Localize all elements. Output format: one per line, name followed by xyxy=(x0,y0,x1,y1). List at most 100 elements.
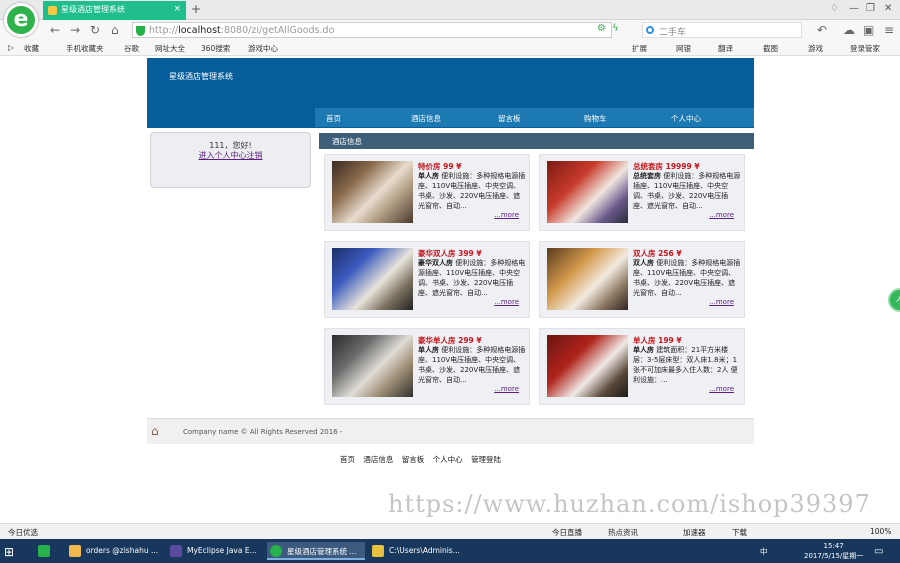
clock-time: 15:47 xyxy=(823,542,844,550)
eclipse-icon xyxy=(170,545,182,557)
undo-icon[interactable]: ↶ xyxy=(817,23,827,37)
forward-icon[interactable]: → xyxy=(70,23,80,37)
ime-indicator[interactable]: 中 xyxy=(760,542,768,560)
nav-cart[interactable]: 购物车 xyxy=(584,113,607,124)
bookmark-item[interactable]: 网址大全 xyxy=(155,43,185,54)
nav-hotel-info[interactable]: 酒店信息 xyxy=(411,113,441,124)
footer-link-hotel[interactable]: 酒店信息 xyxy=(363,455,393,464)
bookmark-item[interactable]: 谷歌 xyxy=(124,43,139,54)
bookmark-item[interactable]: 360搜索 xyxy=(201,43,230,54)
room-card[interactable]: 特价房 99 ¥ 单人房 便利设施：多种规格电源插座、110V电压插座、中央空调… xyxy=(324,154,530,231)
status-download[interactable]: 下载 xyxy=(732,527,747,538)
home-icon[interactable]: ⌂ xyxy=(111,23,119,37)
room-image[interactable] xyxy=(332,161,413,223)
room-name: 单人房 xyxy=(633,346,654,354)
browser-logo-icon[interactable]: e xyxy=(4,3,38,37)
footer-link-user-center[interactable]: 个人中心 xyxy=(433,455,463,464)
more-link[interactable]: ...more xyxy=(709,385,734,393)
taskbar-item[interactable]: orders @zishahu ... xyxy=(66,542,161,560)
more-link[interactable]: ...more xyxy=(494,211,519,219)
tab-title: 星级酒店管理系统 xyxy=(61,5,125,14)
room-image[interactable] xyxy=(547,335,628,397)
floating-assistant-icon[interactable]: ↗ xyxy=(888,288,900,312)
clock-date: 2017/5/15/星期一 xyxy=(804,552,864,560)
room-image[interactable] xyxy=(547,161,628,223)
status-today-picks[interactable]: 今日优选 xyxy=(8,527,38,538)
speed-mode-icon[interactable]: ⚙ xyxy=(597,23,606,34)
taskbar-label: orders @zishahu ... xyxy=(86,546,159,555)
room-desc: 豪华双人房 便利设施：多种规格电源插座、110V电压插座、中央空调、书桌、沙发、… xyxy=(418,258,526,298)
back-icon[interactable]: ← xyxy=(50,23,60,37)
watermark: https://www.huzhan.com/ishop39397 xyxy=(388,490,871,518)
room-name: 双人房 xyxy=(633,259,654,267)
room-image[interactable] xyxy=(332,335,413,397)
tab-active[interactable]: 星级酒店管理系统 × xyxy=(43,1,186,20)
footer-link-guestbook[interactable]: 留言板 xyxy=(402,455,425,464)
site-header: 星级酒店管理系统 首页 酒店信息 留言板 购物车 个人中心 xyxy=(147,58,754,128)
address-toolbar: ← → ↻ ⌂ http://localhost:8080/zi/getAllG… xyxy=(0,20,900,40)
nav-user-center[interactable]: 个人中心 xyxy=(671,113,701,124)
room-card[interactable]: 单人房 199 ¥ 单人房 建筑面积：21平方米楼层：3-5层床型：双人床1.8… xyxy=(539,328,745,405)
bookmark-item[interactable]: 收藏 xyxy=(24,43,39,54)
more-link[interactable]: ...more xyxy=(494,385,519,393)
user-center-link[interactable]: 进入个人中心注销 xyxy=(199,151,263,160)
windows-start-icon[interactable]: ⊞ xyxy=(4,541,14,559)
toolbar-item[interactable]: 网银 xyxy=(676,43,691,54)
footer-link-admin[interactable]: 管理登陆 xyxy=(471,455,501,464)
menu-icon[interactable]: ≡ xyxy=(884,23,894,37)
room-image[interactable] xyxy=(547,248,628,310)
main-nav: 首页 酒店信息 留言板 购物车 个人中心 xyxy=(315,108,754,127)
lightning-icon[interactable]: ϟ xyxy=(612,23,619,34)
taskbar-item[interactable]: MyEclipse Java E... xyxy=(167,542,262,560)
new-tab-button[interactable]: + xyxy=(191,2,201,16)
footer-link-home[interactable]: 首页 xyxy=(340,455,355,464)
toolbar-item[interactable]: 截图 xyxy=(763,43,778,54)
system-clock[interactable]: 15:47 2017/5/15/星期一 xyxy=(804,541,863,561)
bookmark-item[interactable]: 游戏中心 xyxy=(248,43,278,54)
site-footer: ⌂ Company name © All Rights Reserved 201… xyxy=(147,418,754,444)
skin-icon[interactable]: ♢ xyxy=(830,3,839,14)
toolbar-item[interactable]: 登录管家 xyxy=(850,43,880,54)
address-bar[interactable]: http://localhost:8080/zi/getAllGoods.do xyxy=(132,22,612,38)
maximize-icon[interactable]: ❐ xyxy=(866,3,875,14)
room-card[interactable]: 总统套房 19999 ¥ 总统套房 便利设施：多种规格电源插座、110V电压插座… xyxy=(539,154,745,231)
room-name: 单人房 xyxy=(418,172,439,180)
minimize-icon[interactable]: — xyxy=(849,3,859,14)
close-window-icon[interactable]: ✕ xyxy=(884,3,892,14)
more-link[interactable]: ...more xyxy=(494,298,519,306)
refresh-icon[interactable]: ↻ xyxy=(90,23,100,37)
browser-icon xyxy=(270,545,282,557)
search-placeholder: 二手车 xyxy=(659,28,687,38)
notification-icon[interactable]: ▭ xyxy=(874,542,883,560)
room-card[interactable]: 豪华单人房 299 ¥ 单人房 便利设施：多种规格电源插座、110V电压插座、中… xyxy=(324,328,530,405)
toolbar-item[interactable]: 翻译 xyxy=(718,43,733,54)
more-link[interactable]: ...more xyxy=(709,211,734,219)
toolbar-item[interactable]: 游戏 xyxy=(808,43,823,54)
taskbar-item[interactable]: C:\Users\Adminis... xyxy=(369,542,464,560)
tools-icon[interactable]: ▣ xyxy=(863,23,874,37)
status-news[interactable]: 热点资讯 xyxy=(608,527,638,538)
room-card[interactable]: 双人房 256 ¥ 双人房 便利设施：多种规格电源插座、110V电压插座、中央空… xyxy=(539,241,745,318)
nav-guestbook[interactable]: 留言板 xyxy=(498,113,521,124)
app-green-icon xyxy=(38,545,50,557)
toolbar-item[interactable]: 扩展 xyxy=(632,43,647,54)
tab-favicon-icon xyxy=(48,6,57,15)
room-image[interactable] xyxy=(332,248,413,310)
search-input[interactable]: 二手车 xyxy=(642,22,802,38)
status-accelerator[interactable]: 加速器 xyxy=(683,527,706,538)
browser-titlebar: e 星级酒店管理系统 × + ♢ — ❐ ✕ xyxy=(0,0,900,37)
site-title: 星级酒店管理系统 xyxy=(169,72,233,81)
address-path: :8080/zi/getAllGoods.do xyxy=(220,25,335,36)
more-link[interactable]: ...more xyxy=(709,298,734,306)
room-desc: 单人房 建筑面积：21平方米楼层：3-5层床型：双人床1.8米；1张不可加床最多… xyxy=(633,345,741,385)
bookmark-item[interactable]: 手机收藏夹 xyxy=(66,43,104,54)
nav-home[interactable]: 首页 xyxy=(326,113,341,124)
taskbar-item-active[interactable]: 星级酒店管理系统 ... xyxy=(267,542,365,560)
status-live[interactable]: 今日直播 xyxy=(552,527,582,538)
cloud-icon[interactable]: ☁ xyxy=(843,23,855,37)
zoom-level[interactable]: 100% xyxy=(870,527,891,536)
security-shield-icon xyxy=(136,26,145,36)
room-card[interactable]: 豪华双人房 399 ¥ 豪华双人房 便利设施：多种规格电源插座、110V电压插座… xyxy=(324,241,530,318)
tab-close-icon[interactable]: × xyxy=(173,4,181,14)
sidebar-toggle-icon[interactable]: ▷ xyxy=(8,43,14,52)
